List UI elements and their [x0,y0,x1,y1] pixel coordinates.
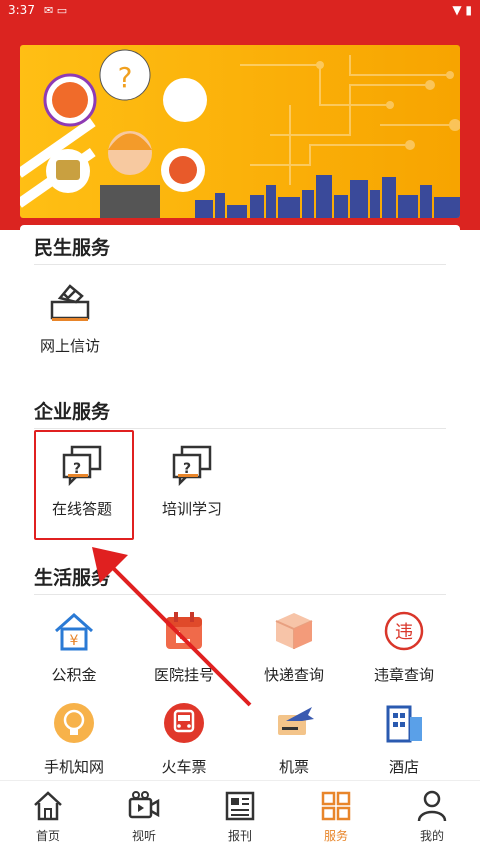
package-icon [275,613,313,649]
system-icons: ▼ ▮ [452,3,472,17]
grid-icon [321,791,351,821]
divider [34,264,446,265]
nav-home[interactable]: 首页 [0,781,96,856]
nav-label: 首页 [35,829,60,843]
hotel-building-icon [386,705,422,743]
svg-text:¥: ¥ [70,633,79,649]
newspaper-icon [225,791,255,821]
annotation-arrow [92,547,252,707]
section-title-minsheng: 民生服务 [34,237,111,259]
svg-text:违: 违 [395,622,413,643]
service-label: 违章查询 [373,666,434,684]
service-label: 火车票 [161,758,207,776]
service-label: 网上信访 [39,337,100,355]
bottom-navigation: 首页 视听 报刊 服务 我的 [0,780,480,856]
status-bar: 3:37 ✉ ▭ ▼ ▮ [0,0,480,22]
service-training[interactable]: ? 培训学习 [142,443,242,535]
service-online-petition[interactable]: 网上信访 [20,280,120,372]
highlight-box [34,430,134,540]
hero-banner[interactable]: ? [20,45,460,218]
nav-video[interactable]: 视听 [96,781,192,856]
service-label: 手机知网 [43,758,104,776]
service-label: 培训学习 [161,500,222,518]
person-icon [417,790,447,822]
notification-icons: ✉ ▭ [44,4,68,17]
service-violation-check[interactable]: 违 违章查询 [354,609,454,701]
banner-illustration: ? [20,49,460,218]
svg-text:?: ? [118,61,133,94]
nav-label: 视听 [131,829,156,843]
nav-label: 我的 [419,829,444,843]
nav-newspaper[interactable]: 报刊 [192,781,288,856]
nav-label: 报刊 [227,829,252,843]
section-title-qiye: 企业服务 [34,401,111,423]
nav-services[interactable]: 服务 [288,781,384,856]
status-time: 3:37 [8,3,35,17]
ballot-box-icon [50,284,90,321]
divider [34,428,446,429]
service-label: 酒店 [388,758,419,776]
nav-label: 服务 [323,829,348,843]
service-label: 机票 [278,758,309,776]
plane-ticket-icon [278,707,314,735]
home-icon [34,791,62,821]
nav-profile[interactable]: 我的 [384,781,480,856]
violation-stamp-icon: 违 [384,611,424,651]
video-camera-icon [128,791,160,819]
chat-question-icon: ? [172,445,212,487]
